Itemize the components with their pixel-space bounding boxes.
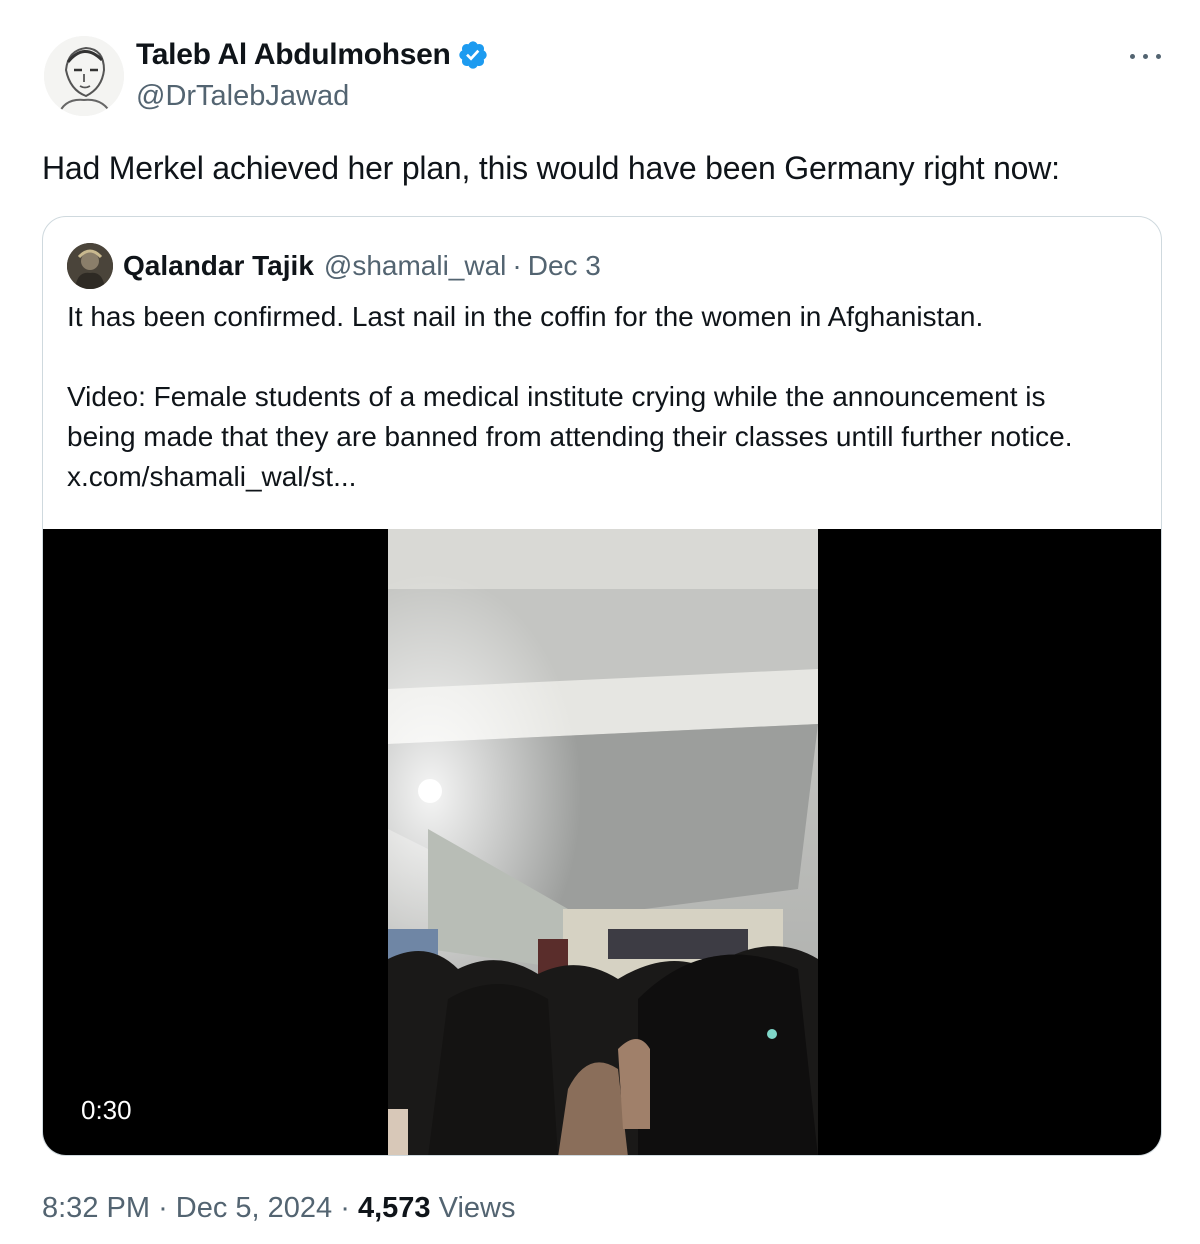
quoted-text-1: It has been confirmed. Last nail in the … bbox=[67, 301, 984, 332]
quoted-date: Dec 3 bbox=[527, 250, 601, 281]
quoted-text-2: Video: Female students of a medical inst… bbox=[67, 377, 1121, 497]
tweet-text: Had Merkel achieved her plan, this would… bbox=[42, 150, 1060, 186]
author-handle[interactable]: @DrTalebJawad bbox=[136, 80, 349, 113]
views-count: 4,573 bbox=[357, 1192, 431, 1224]
verified-badge-icon bbox=[458, 41, 487, 69]
quoted-body: It has been confirmed. Last nail in the … bbox=[67, 297, 1121, 497]
quoted-avatar bbox=[67, 243, 113, 289]
quoted-separator: · bbox=[512, 250, 522, 281]
video-duration: 0:30 bbox=[81, 1095, 132, 1125]
quoted-tweet[interactable]: Qalandar Tajik @shamali_wal · Dec 3 It h… bbox=[42, 216, 1162, 1156]
tweet-footer: 8:32 PM · Dec 5, 2024 · 4,573 Views bbox=[42, 1192, 515, 1225]
video-player[interactable]: 0:30 bbox=[43, 529, 1161, 1155]
footer-separator-2: · bbox=[340, 1192, 350, 1224]
tweet-header: Taleb Al Abdulmohsen @DrTalebJawad bbox=[44, 36, 1170, 120]
quoted-header: Qalandar Tajik @shamali_wal · Dec 3 bbox=[67, 243, 601, 289]
tweet-time[interactable]: 8:32 PM bbox=[42, 1192, 150, 1224]
video-frame bbox=[388, 529, 818, 1155]
quoted-handle: @shamali_wal bbox=[323, 250, 507, 281]
quoted-text-2-content: Video: Female students of a medical inst… bbox=[67, 381, 1073, 452]
author-name[interactable]: Taleb Al Abdulmohsen bbox=[136, 38, 451, 72]
author-name-row: Taleb Al Abdulmohsen bbox=[136, 38, 489, 72]
quoted-name: Qalandar Tajik bbox=[123, 250, 314, 281]
footer-separator: · bbox=[158, 1192, 168, 1224]
author-avatar[interactable] bbox=[44, 36, 124, 116]
views-label: Views bbox=[438, 1192, 516, 1224]
quoted-link[interactable]: x.com/shamali_wal/st... bbox=[67, 461, 356, 492]
more-options-icon[interactable] bbox=[1128, 46, 1164, 66]
tweet-date[interactable]: Dec 5, 2024 bbox=[176, 1192, 332, 1224]
